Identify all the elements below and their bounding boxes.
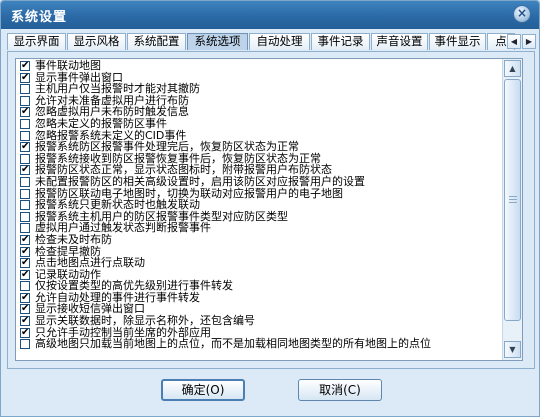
tab-4[interactable]: 自动处理 xyxy=(249,33,310,50)
tab-6[interactable]: 声音设置 xyxy=(371,33,428,50)
tab-strip: 显示界面 显示风格 系统配置 系统选项 自动处理 事件记录 声音设置 事件显示点 xyxy=(7,33,515,51)
tab-2[interactable]: 系统配置 xyxy=(127,33,186,50)
option-checkbox[interactable]: ✔ xyxy=(20,234,30,245)
option-checkbox[interactable] xyxy=(20,176,30,187)
option-checkbox[interactable] xyxy=(20,188,30,199)
tab-scroll-left-icon[interactable]: ◀ xyxy=(507,34,521,49)
settings-dialog: 系统设置 × 显示界面 显示风格 系统配置 系统选项 自动处理 事件记录 声音设置 事件显示点… xyxy=(0,0,540,417)
scroll-down-icon[interactable]: ▼ xyxy=(504,341,521,358)
option-label: 高级地图只加载当前地图上的点位，而不是加载相同地图类型的所有地图上的点位 xyxy=(35,337,431,351)
option-checkbox[interactable]: ✔ xyxy=(20,72,30,83)
option-checkbox[interactable]: ✔ xyxy=(20,142,30,153)
scroll-up-icon[interactable]: ▲ xyxy=(504,60,521,77)
option-checkbox[interactable]: ✔ xyxy=(20,292,30,303)
option-checkbox[interactable]: ✔ xyxy=(20,61,30,71)
option-checkbox[interactable] xyxy=(20,118,30,129)
scroll-thumb[interactable] xyxy=(504,79,521,321)
tab-scroll-arrows: ◀ ▶ xyxy=(507,34,537,49)
option-checkbox[interactable] xyxy=(20,339,30,350)
title-bar: 系统设置 × xyxy=(1,1,539,29)
tab-7[interactable]: 事件显示 xyxy=(429,33,486,50)
option-checkbox[interactable] xyxy=(20,223,30,234)
tab-scroll-right-icon[interactable]: ▶ xyxy=(522,34,536,49)
tab-0[interactable]: 显示界面 xyxy=(7,33,66,50)
option-checkbox[interactable] xyxy=(20,211,30,222)
option-checkbox[interactable] xyxy=(20,84,30,95)
options-checklist[interactable]: ✔ 事件联动地图 ✔ 显示事件弹出窗口 主机用户仅当报警时才能对其撤防 允许对未准备虚拟用… xyxy=(15,58,523,361)
option-checkbox[interactable]: ✔ xyxy=(20,269,30,280)
ok-button[interactable]: 确定(O) xyxy=(161,379,245,401)
option-row[interactable]: 高级地图只加载当前地图上的点位，而不是加载相同地图类型的所有地图上的点位 xyxy=(20,337,502,351)
option-checkbox[interactable]: ✔ xyxy=(20,107,30,118)
option-checkbox[interactable] xyxy=(20,95,30,106)
close-button[interactable]: × xyxy=(513,5,531,23)
option-checkbox[interactable] xyxy=(20,130,30,141)
tab-5[interactable]: 事件记录 xyxy=(311,33,370,50)
tab-3[interactable]: 系统选项 xyxy=(187,33,248,50)
vertical-scrollbar[interactable]: ▲ ▼ xyxy=(502,59,522,360)
window-title: 系统设置 xyxy=(11,10,68,25)
option-checkbox[interactable] xyxy=(20,153,30,164)
option-checkbox[interactable]: ✔ xyxy=(20,165,30,176)
options-rows: ✔ 事件联动地图 ✔ 显示事件弹出窗口 主机用户仅当报警时才能对其撤防 允许对未准备虚拟用… xyxy=(20,60,502,351)
option-checkbox[interactable]: ✔ xyxy=(20,258,30,269)
tab-1[interactable]: 显示风格 xyxy=(67,33,126,50)
cancel-button[interactable]: 取消(C) xyxy=(298,379,382,401)
option-checkbox[interactable]: ✔ xyxy=(20,316,30,327)
option-checkbox[interactable]: ✔ xyxy=(20,304,30,315)
option-checkbox[interactable]: ✔ xyxy=(20,327,30,338)
option-checkbox[interactable] xyxy=(20,281,30,292)
option-checkbox[interactable]: ✔ xyxy=(20,246,30,257)
option-checkbox[interactable] xyxy=(20,200,30,211)
